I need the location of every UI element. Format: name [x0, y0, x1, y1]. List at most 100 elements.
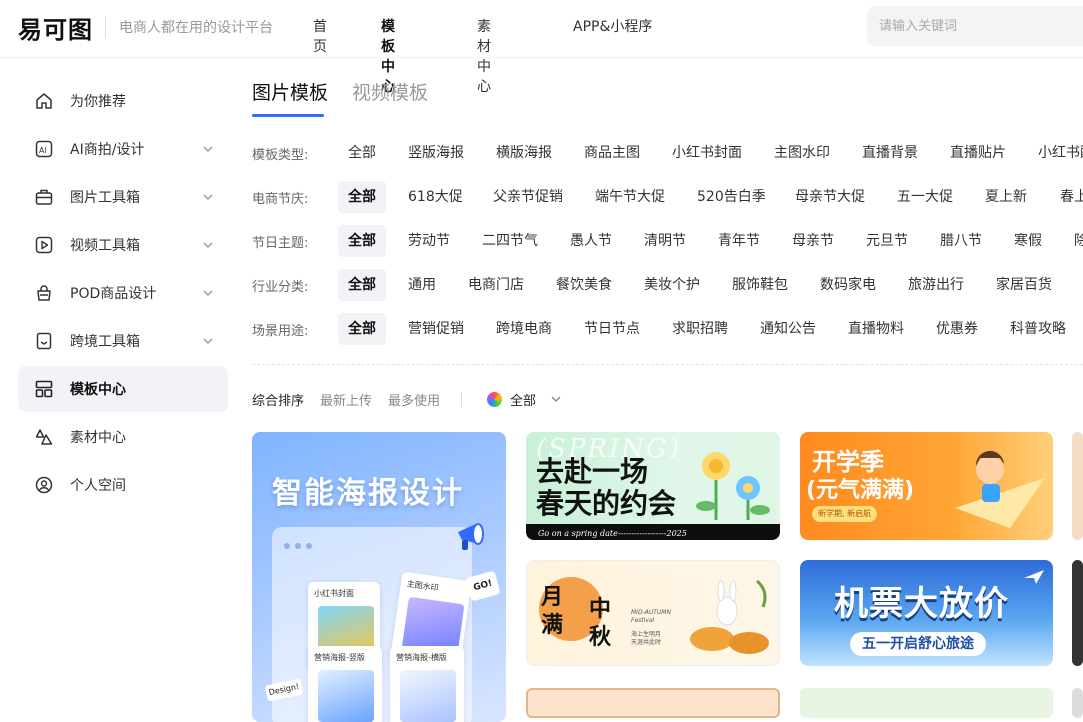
template-card-partial[interactable] — [1072, 432, 1083, 540]
filter-option[interactable]: 除夕 — [1064, 225, 1083, 257]
bookmark-icon — [36, 332, 52, 350]
nav-material-center[interactable]: 素材中心 — [477, 16, 491, 96]
filter-option[interactable]: 竖版海报 — [398, 137, 474, 169]
sort-most-used[interactable]: 最多使用 — [388, 390, 440, 409]
template-card-partial[interactable] — [526, 688, 780, 718]
filter-option[interactable]: 母亲节大促 — [785, 181, 875, 213]
filter-option[interactable]: 通知公告 — [750, 313, 826, 345]
home-icon — [36, 93, 52, 109]
sidebar-item-label: 素材中心 — [70, 430, 126, 446]
sidebar-item-image-toolbox[interactable]: 图片工具箱 — [18, 174, 228, 220]
chevron-down-icon — [203, 338, 213, 344]
filter-option[interactable]: 家居百货 — [986, 269, 1062, 301]
sidebar-item-video-toolbox[interactable]: 视频工具箱 — [18, 222, 228, 268]
template-card-smart-poster[interactable]: 智能海报设计 小红书封面 主图水印 GO! 营销海报-竖版 营销海报-横版 De… — [252, 432, 506, 722]
filter-option[interactable]: 愚人节 — [560, 225, 622, 257]
chevron-down-icon[interactable] — [550, 393, 562, 405]
sidebar-item-label: 个人空间 — [70, 478, 126, 494]
template-card-partial[interactable] — [1072, 560, 1083, 666]
filter-option[interactable]: 直播背景 — [852, 137, 928, 169]
sort-comprehensive[interactable]: 综合排序 — [252, 390, 304, 409]
filter-option[interactable]: 求职招聘 — [662, 313, 738, 345]
filter-option[interactable]: 618大促 — [398, 181, 473, 213]
filter-option[interactable]: 520告白季 — [687, 181, 776, 213]
filter-option-selected[interactable]: 全部 — [338, 181, 386, 213]
filter-option[interactable]: 横版海报 — [486, 137, 562, 169]
template-card-school-season[interactable]: 开学季 (元气满满) 新学期, 新启航 — [800, 432, 1053, 540]
search-input[interactable] — [867, 6, 1083, 46]
filter-label: 行业分类: — [252, 280, 309, 295]
color-wheel-icon[interactable] — [487, 392, 502, 407]
card-footer-text: Go on a spring date------------------202… — [538, 529, 687, 538]
filter-option[interactable]: 元旦节 — [856, 225, 918, 257]
sidebar-item-personal-space[interactable]: 个人空间 — [18, 462, 228, 508]
filter-option[interactable]: 端午节大促 — [585, 181, 675, 213]
sidebar-item-template-center[interactable]: 模板中心 — [18, 366, 228, 412]
filter-option[interactable]: 直播物料 — [838, 313, 914, 345]
sidebar-item-recommend[interactable]: 为你推荐 — [18, 78, 228, 124]
chevron-down-icon — [203, 194, 213, 200]
filter-option[interactable]: 小红书配图 — [1028, 137, 1083, 169]
filter-option[interactable]: 父亲节促销 — [483, 181, 573, 213]
filter-option[interactable]: 电商门店 — [458, 269, 534, 301]
user-icon — [35, 476, 53, 494]
template-card-flight-ticket[interactable]: 机票大放价 五一开启舒心旅途 — [800, 560, 1053, 666]
filter-option[interactable]: 五一大促 — [887, 181, 963, 213]
card-pill: 五一开启舒心旅途 — [850, 632, 986, 656]
sidebar-item-label: 跨境工具箱 — [70, 334, 140, 350]
filter-option[interactable]: 春上新 — [1050, 181, 1083, 213]
filter-option[interactable]: 腊八节 — [930, 225, 992, 257]
sidebar-item-ai[interactable]: AI AI商拍/设计 — [18, 126, 228, 172]
filter-option[interactable]: 旅游出行 — [898, 269, 974, 301]
filter-label: 电商节庆: — [252, 192, 309, 207]
card-char: 满 — [541, 613, 564, 638]
filter-option[interactable]: 美妆个护 — [634, 269, 710, 301]
chevron-down-icon — [203, 290, 213, 296]
nav-app-miniprogram[interactable]: APP&小程序 — [573, 16, 652, 36]
filter-option[interactable]: 直播贴片 — [940, 137, 1016, 169]
template-icon — [35, 380, 53, 398]
filter-option-selected[interactable]: 全部 — [338, 269, 386, 301]
top-header: 易可图 电商人都在用的设计平台 首页 模板中心 素材中心 APP&小程序 — [0, 0, 1083, 95]
filter-option[interactable]: 小红书封面 — [662, 137, 752, 169]
sidebar-item-label: 模板中心 — [70, 382, 126, 398]
filter-option[interactable]: 营销促销 — [398, 313, 474, 345]
sidebar-item-crossborder[interactable]: 跨境工具箱 — [18, 318, 228, 364]
sidebar-item-pod[interactable]: POD商品设计 — [18, 270, 228, 316]
mini-card-label: 小红书封面 — [314, 589, 354, 598]
filter-option[interactable]: 全部 — [338, 137, 386, 169]
tab-video-templates[interactable]: 视频模板 — [352, 78, 428, 105]
filter-option[interactable]: 劳动节 — [398, 225, 460, 257]
filter-row-holiday-theme: 节日主题: 全部 劳动节 二四节气 愚人节 清明节 青年节 母亲节 元旦节 腊八… — [252, 225, 1083, 257]
filter-option[interactable]: 优惠券 — [926, 313, 988, 345]
filter-option-selected[interactable]: 全部 — [338, 313, 386, 345]
filter-option[interactable]: 二四节气 — [472, 225, 548, 257]
filter-option[interactable]: 主图水印 — [764, 137, 840, 169]
filter-option-selected[interactable]: 全部 — [338, 225, 386, 257]
filter-option[interactable]: 服饰鞋包 — [722, 269, 798, 301]
template-card-partial[interactable] — [800, 688, 1053, 718]
sidebar-item-material-center[interactable]: 素材中心 — [18, 414, 228, 460]
color-filter-label[interactable]: 全部 — [510, 390, 536, 409]
filter-option[interactable]: 科普攻略 — [1000, 313, 1076, 345]
filter-option[interactable]: 母亲节 — [782, 225, 844, 257]
filter-option[interactable]: 餐饮美食 — [546, 269, 622, 301]
filter-option[interactable]: 青年节 — [708, 225, 770, 257]
logo[interactable]: 易可图 — [18, 12, 93, 44]
filter-option[interactable]: 寒假 — [1004, 225, 1052, 257]
filter-option[interactable]: 清明节 — [634, 225, 696, 257]
sort-newest[interactable]: 最新上传 — [320, 390, 372, 409]
filter-option[interactable]: 通用 — [398, 269, 446, 301]
filter-option[interactable]: 跨境电商 — [486, 313, 562, 345]
nav-home[interactable]: 首页 — [313, 16, 327, 56]
sidebar-item-label: 图片工具箱 — [70, 190, 140, 206]
tab-image-templates[interactable]: 图片模板 — [252, 78, 328, 105]
template-card-mid-autumn[interactable]: 月 满 中 秋 MID-AUTUMN Festival 海上生明月 天涯共此时 — [526, 560, 780, 666]
filter-option[interactable]: 夏上新 — [975, 181, 1037, 213]
template-card-spring-date[interactable]: (SPRING) 去赴一场 春天的约会 Go on a spring date-… — [526, 432, 780, 540]
flower-illustration — [696, 452, 770, 520]
filter-option[interactable]: 商品主图 — [574, 137, 650, 169]
filter-option[interactable]: 节日节点 — [574, 313, 650, 345]
template-card-partial[interactable] — [1072, 688, 1083, 718]
filter-option[interactable]: 数码家电 — [810, 269, 886, 301]
